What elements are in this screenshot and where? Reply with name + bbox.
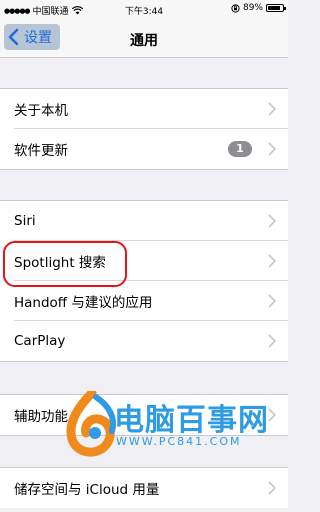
chevron-right-icon [268,481,276,495]
chevron-right-icon [268,294,276,308]
row-label: Siri [14,213,36,229]
handoff-row[interactable]: Handoff 与建议的应用 [0,281,288,321]
settings-group-storage: 储存空间与 iCloud 用量 [0,467,288,508]
update-count-badge: 1 [228,141,252,157]
status-bar: ●●●●● 中国联通 下午3:44 89% [0,0,288,20]
page-title: 通用 [130,33,158,49]
watermark-name: 电脑百事网 [114,403,269,438]
chevron-right-icon [268,334,276,348]
watermark-url: WWW.PC841.COM [116,435,242,448]
row-label: 辅助功能 [14,409,68,425]
row-label: 储存空间与 iCloud 用量 [14,482,160,498]
chevron-right-icon [268,214,276,228]
navigation-bar: 设置 通用 [0,20,288,58]
carplay-row[interactable]: CarPlay [0,321,288,361]
row-label: Handoff 与建议的应用 [14,295,153,311]
watermark: 电脑百事网 WWW.PC841.COM [62,391,292,459]
row-label: 关于本机 [14,103,68,119]
screen: ●●●●● 中国联通 下午3:44 89% 设置 通用 关于本机 软件更新 1 … [0,0,288,512]
about-phone-row[interactable]: 关于本机 [0,89,288,129]
orientation-lock-icon [231,3,240,13]
chevron-right-icon [268,142,276,156]
software-update-row[interactable]: 软件更新 1 [0,129,288,169]
battery-percent: 89% [242,3,263,13]
spotlight-highlight-annotation [3,241,127,287]
chevron-right-icon [268,102,276,116]
status-right: 89% [231,3,286,13]
siri-row[interactable]: Siri [0,201,288,241]
row-label: 软件更新 [14,143,68,159]
storage-icloud-row[interactable]: 储存空间与 iCloud 用量 [0,468,288,508]
chevron-right-icon [268,254,276,268]
row-label: CarPlay [14,333,66,349]
battery-fill [268,6,281,10]
watermark-logo-icon [66,391,116,457]
battery-icon [266,4,286,12]
settings-group-about: 关于本机 软件更新 1 [0,88,288,170]
